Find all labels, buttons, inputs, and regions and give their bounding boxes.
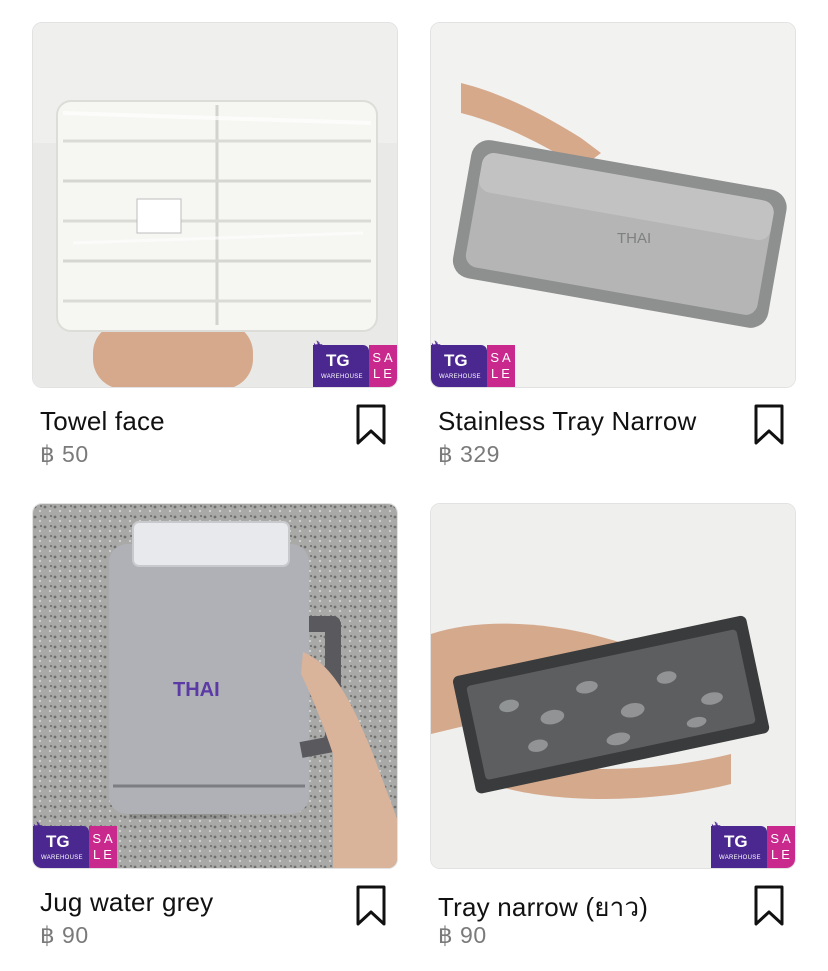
badge-sale-text: SALE	[490, 350, 514, 381]
product-title[interactable]: Stainless Tray Narrow	[438, 406, 697, 437]
product-meta: Towel face ฿ 50	[32, 388, 398, 468]
product-price: ฿ 90	[40, 922, 89, 948]
badge-sale-text: SALE	[770, 831, 794, 862]
badge-subtitle: WAREHOUSE	[41, 855, 83, 861]
product-card[interactable]: THAI ✈ TG WAREHOUSE SALE Stainless Tray …	[430, 22, 796, 468]
product-meta: Tray narrow (ยาว) ฿ 90	[430, 869, 796, 949]
tg-sale-badge: ✈ TG WAREHOUSE SALE	[33, 819, 117, 868]
product-card[interactable]: THAI ✈ TG WAREHOUSE SALE Jug water grey …	[32, 503, 398, 949]
bookmark-icon[interactable]	[356, 404, 386, 446]
badge-brand: TG	[444, 351, 468, 370]
badge-subtitle: WAREHOUSE	[439, 374, 481, 380]
badge-sale-text: SALE	[92, 831, 116, 862]
badge-subtitle: WAREHOUSE	[719, 855, 761, 861]
badge-subtitle: WAREHOUSE	[321, 374, 363, 380]
product-image[interactable]: ✈ TG WAREHOUSE SALE	[32, 22, 398, 388]
jug-photo: THAI	[33, 504, 397, 868]
product-card[interactable]: ✈ TG WAREHOUSE SALE Towel face ฿ 50	[32, 22, 398, 468]
badge-sale-text: SALE	[372, 350, 396, 381]
tg-sale-badge: ✈ TG WAREHOUSE SALE	[431, 338, 515, 387]
product-price: ฿ 90	[438, 922, 487, 948]
hammered-tray-photo	[431, 504, 795, 868]
product-title[interactable]: Jug water grey	[40, 887, 213, 918]
badge-brand: TG	[326, 351, 350, 370]
product-price: ฿ 50	[40, 441, 89, 467]
tg-sale-badge: ✈ TG WAREHOUSE SALE	[711, 819, 795, 868]
product-card[interactable]: ✈ TG WAREHOUSE SALE Tray narrow (ยาว) ฿ …	[430, 503, 796, 949]
towel-photo	[33, 23, 397, 387]
product-meta: Jug water grey ฿ 90	[32, 869, 398, 949]
tg-sale-badge: ✈ TG WAREHOUSE SALE	[313, 338, 397, 387]
badge-brand: TG	[46, 832, 70, 851]
stainless-tray-photo: THAI	[431, 23, 795, 387]
badge-brand: TG	[724, 832, 748, 851]
product-title[interactable]: Towel face	[40, 406, 165, 437]
bookmark-icon[interactable]	[356, 885, 386, 927]
product-image[interactable]: THAI ✈ TG WAREHOUSE SALE	[32, 503, 398, 869]
product-meta: Stainless Tray Narrow ฿ 329	[430, 388, 796, 468]
bookmark-icon[interactable]	[754, 404, 784, 446]
thai-logo-text: THAI	[173, 679, 220, 701]
product-grid: ✈ TG WAREHOUSE SALE Towel face ฿ 50	[0, 0, 828, 971]
product-image[interactable]: ✈ TG WAREHOUSE SALE	[430, 503, 796, 869]
thai-logo-text: THAI	[617, 230, 651, 247]
bookmark-icon[interactable]	[754, 885, 784, 927]
product-price: ฿ 329	[438, 441, 500, 467]
product-image[interactable]: THAI ✈ TG WAREHOUSE SALE	[430, 22, 796, 388]
